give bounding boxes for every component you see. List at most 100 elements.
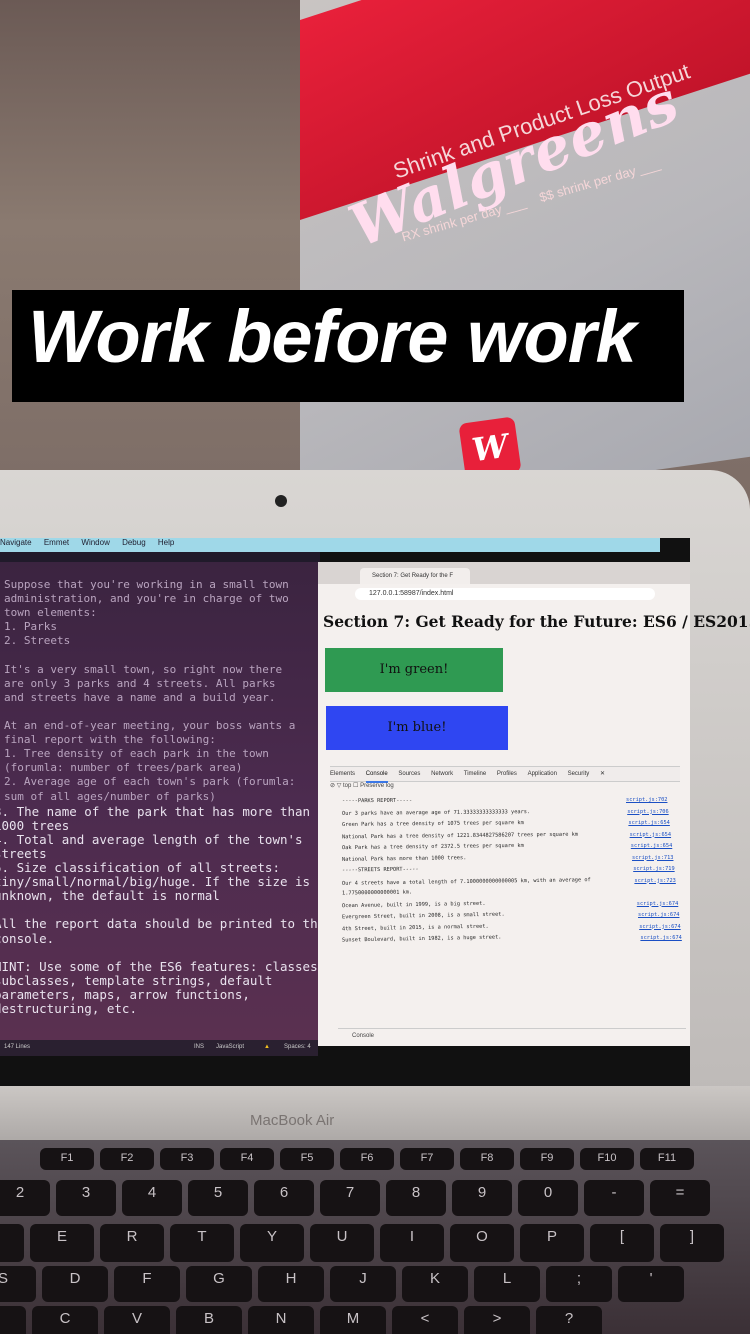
console-source-link[interactable]: script.js:654 bbox=[628, 820, 669, 826]
key-1-7[interactable]: 9 bbox=[452, 1180, 512, 1216]
preserve-log-checkbox[interactable]: ☐ bbox=[353, 783, 358, 789]
devtools-tab-application[interactable]: Application bbox=[528, 767, 557, 781]
menu-item-help[interactable]: Help bbox=[158, 538, 174, 547]
code-editor[interactable]: Suppose that you're working in a small t… bbox=[0, 562, 318, 1040]
key-1-9[interactable]: - bbox=[584, 1180, 644, 1216]
key-2-4[interactable]: Y bbox=[240, 1224, 304, 1262]
key-2-5[interactable]: U bbox=[310, 1224, 374, 1262]
devtools-tabs: Elements Console Sources Network Timelin… bbox=[330, 766, 680, 783]
address-bar[interactable]: 127.0.0.1:58987/index.html bbox=[355, 588, 655, 600]
console-message: -----STREETS REPORT----- bbox=[341, 866, 419, 874]
console-message: 1.7750000000000001 km. bbox=[341, 889, 413, 897]
key-0-1[interactable]: F2 bbox=[100, 1148, 154, 1170]
menu-item-debug[interactable]: Debug bbox=[122, 538, 146, 547]
code-line: HINT: Use some of the ES6 features: clas… bbox=[0, 958, 318, 974]
indent-setting[interactable]: Spaces: 4 bbox=[284, 1044, 311, 1050]
console-source-link[interactable]: script.js:674 bbox=[637, 901, 678, 907]
devtools-tab-network[interactable]: Network bbox=[431, 767, 453, 781]
context-selector[interactable]: top bbox=[343, 783, 351, 789]
key-0-7[interactable]: F8 bbox=[460, 1148, 514, 1170]
key-3-5[interactable]: J bbox=[330, 1266, 396, 1302]
key-3-3[interactable]: G bbox=[186, 1266, 252, 1302]
key-1-8[interactable]: 0 bbox=[518, 1180, 578, 1216]
key-1-10[interactable]: = bbox=[650, 1180, 710, 1216]
key-4-2[interactable]: V bbox=[104, 1306, 170, 1334]
key-0-0[interactable]: F1 bbox=[40, 1148, 94, 1170]
key-0-9[interactable]: F10 bbox=[580, 1148, 634, 1170]
console-drawer-tab[interactable]: Console bbox=[338, 1028, 686, 1042]
key-3-6[interactable]: K bbox=[402, 1266, 468, 1302]
key-0-4[interactable]: F5 bbox=[280, 1148, 334, 1170]
key-1-6[interactable]: 8 bbox=[386, 1180, 446, 1216]
devtools-tab-console[interactable]: Console bbox=[365, 767, 388, 783]
filter-icon[interactable]: ▽ bbox=[337, 783, 342, 789]
console-message: National Park has more than 1000 trees. bbox=[341, 854, 467, 863]
key-4-0[interactable]: X bbox=[0, 1306, 26, 1334]
key-4-8[interactable]: ? bbox=[536, 1306, 602, 1334]
console-source-link[interactable]: script.js:706 bbox=[627, 809, 668, 815]
close-icon[interactable]: ✕ bbox=[600, 767, 605, 781]
console-source-link[interactable]: script.js:654 bbox=[631, 843, 672, 849]
console-source-link[interactable]: script.js:719 bbox=[633, 866, 674, 872]
menu-item-navigate[interactable]: Navigate bbox=[0, 538, 32, 547]
key-4-3[interactable]: B bbox=[176, 1306, 242, 1334]
key-1-5[interactable]: 7 bbox=[320, 1180, 380, 1216]
code-line: unknown, the default is normal bbox=[0, 888, 220, 904]
key-2-9[interactable]: [ bbox=[590, 1224, 654, 1262]
key-0-8[interactable]: F9 bbox=[520, 1148, 574, 1170]
key-2-6[interactable]: I bbox=[380, 1224, 444, 1262]
console-source-link[interactable]: script.js:713 bbox=[632, 855, 673, 861]
key-4-5[interactable]: M bbox=[320, 1306, 386, 1334]
menu-item-emmet[interactable]: Emmet bbox=[44, 538, 69, 547]
key-1-3[interactable]: 5 bbox=[188, 1180, 248, 1216]
laptop-bezel bbox=[0, 1086, 750, 1146]
key-2-7[interactable]: O bbox=[450, 1224, 514, 1262]
key-0-10[interactable]: F11 bbox=[640, 1148, 694, 1170]
clear-console-icon[interactable]: ⊘ bbox=[330, 783, 335, 789]
key-4-7[interactable]: > bbox=[464, 1306, 530, 1334]
console-source-link[interactable]: script.js:702 bbox=[626, 797, 667, 803]
warning-icon[interactable]: ▲ bbox=[264, 1044, 270, 1050]
console-source-link[interactable]: script.js:723 bbox=[634, 878, 675, 884]
key-2-10[interactable]: ] bbox=[660, 1224, 724, 1262]
console-message: Our 3 parks have an average age of 71.33… bbox=[341, 808, 531, 817]
key-4-4[interactable]: N bbox=[248, 1306, 314, 1334]
key-0-2[interactable]: F3 bbox=[160, 1148, 214, 1170]
code-line: 3. The name of the park that has more th… bbox=[0, 803, 311, 819]
console-source-link[interactable]: script.js:654 bbox=[630, 832, 671, 838]
key-4-6[interactable]: < bbox=[392, 1306, 458, 1334]
devtools-tab-timeline[interactable]: Timeline bbox=[464, 767, 486, 781]
devtools-tab-elements[interactable]: Elements bbox=[330, 767, 355, 781]
devtools-tab-security[interactable]: Security bbox=[568, 767, 590, 781]
console-source-link[interactable]: script.js:674 bbox=[638, 912, 679, 918]
key-1-2[interactable]: 4 bbox=[122, 1180, 182, 1216]
key-4-1[interactable]: C bbox=[32, 1306, 98, 1334]
code-line: are only 3 parks and 4 streets. All park… bbox=[4, 676, 276, 690]
key-3-4[interactable]: H bbox=[258, 1266, 324, 1302]
key-1-0[interactable]: 2 bbox=[0, 1180, 50, 1216]
key-3-7[interactable]: L bbox=[474, 1266, 540, 1302]
key-1-1[interactable]: 3 bbox=[56, 1180, 116, 1216]
key-0-3[interactable]: F4 bbox=[220, 1148, 274, 1170]
key-3-2[interactable]: F bbox=[114, 1266, 180, 1302]
key-2-8[interactable]: P bbox=[520, 1224, 584, 1262]
language-selector[interactable]: JavaScript bbox=[216, 1044, 244, 1050]
menu-item-window[interactable]: Window bbox=[81, 538, 109, 547]
console-source-link[interactable]: script.js:674 bbox=[640, 935, 681, 941]
key-0-5[interactable]: F6 bbox=[340, 1148, 394, 1170]
key-3-1[interactable]: D bbox=[42, 1266, 108, 1302]
preserve-log-label: Preserve log bbox=[360, 783, 394, 789]
key-2-3[interactable]: T bbox=[170, 1224, 234, 1262]
key-3-0[interactable]: S bbox=[0, 1266, 36, 1302]
devtools-tab-sources[interactable]: Sources bbox=[398, 767, 420, 781]
browser-tab[interactable]: Section 7: Get Ready for the F bbox=[360, 568, 470, 584]
key-2-0[interactable]: W bbox=[0, 1224, 24, 1262]
key-1-4[interactable]: 6 bbox=[254, 1180, 314, 1216]
key-3-9[interactable]: ' bbox=[618, 1266, 684, 1302]
key-0-6[interactable]: F7 bbox=[400, 1148, 454, 1170]
devtools-tab-profiles[interactable]: Profiles bbox=[497, 767, 517, 781]
key-3-8[interactable]: ; bbox=[546, 1266, 612, 1302]
key-2-1[interactable]: E bbox=[30, 1224, 94, 1262]
console-source-link[interactable]: script.js:674 bbox=[639, 924, 680, 930]
key-2-2[interactable]: R bbox=[100, 1224, 164, 1262]
